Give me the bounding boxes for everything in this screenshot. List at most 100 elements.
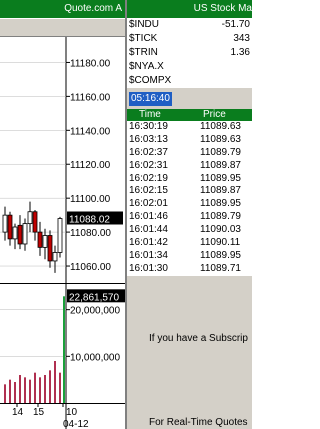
volume-bar <box>39 377 41 403</box>
trade-price: 11089.95 <box>200 249 241 261</box>
candle-body <box>42 235 48 248</box>
trade-price: 11090.11 <box>200 237 241 249</box>
time-sales-row[interactable]: 16:01:46 11089.79 <box>127 211 252 224</box>
volume-bar <box>19 375 21 403</box>
price-tick-label: 11120.00 <box>70 160 111 171</box>
x-date-label: 04-12 <box>63 419 89 429</box>
trade-price: 11089.71 <box>200 262 241 274</box>
volume-tick-label: 10,000,000 <box>70 352 120 363</box>
volume-bar <box>14 382 16 403</box>
trade-time: 16:02:01 <box>129 198 168 210</box>
volume-bar <box>24 377 26 403</box>
trade-price: 11090.03 <box>200 224 241 236</box>
time-sales-header: Time Price <box>127 109 252 121</box>
time-sales-row[interactable]: 16:02:37 11089.79 <box>127 147 252 160</box>
candle-body <box>27 211 33 225</box>
x-tick-10: 10 <box>66 407 78 418</box>
chart-title-bar[interactable]: Quote.com A <box>0 0 125 18</box>
chart-toolbar[interactable] <box>0 18 125 37</box>
market-window: US Stock Ma $INDU -51.70 $TICK 343 $TRIN… <box>125 0 252 429</box>
time-sales-row[interactable]: 16:01:42 11090.11 <box>127 237 252 250</box>
volume-bar <box>63 296 65 403</box>
time-sales-list[interactable]: 16:30:19 11089.63 16:03:13 11089.63 16:02:… <box>127 121 252 276</box>
ad-text-line-2: For Real-Time Quotes <box>149 417 248 428</box>
price-tick-label: 11160.00 <box>70 92 111 103</box>
time-sales-row[interactable]: 16:02:31 11089.87 <box>127 160 252 173</box>
index-row[interactable]: $NYA.X <box>127 60 252 74</box>
candle-body <box>57 218 63 253</box>
trade-time: 16:02:19 <box>129 172 168 184</box>
candle-body <box>7 214 13 240</box>
trade-time: 16:02:15 <box>129 185 168 197</box>
trade-time: 16:01:34 <box>129 249 168 261</box>
trade-time: 16:01:30 <box>129 262 168 274</box>
time-sales-row[interactable]: 16:30:19 11089.63 <box>127 121 252 134</box>
index-row[interactable]: $TRIN 1.36 <box>127 46 252 60</box>
candle-body <box>2 214 8 233</box>
price-panel <box>0 37 66 283</box>
clock-display: 05:16:40 <box>129 92 172 106</box>
time-sales-row[interactable]: 16:03:13 11089.63 <box>127 134 252 147</box>
index-row[interactable]: $COMPX <box>127 74 252 88</box>
price-tick-label: 11100.00 <box>70 194 111 205</box>
last-volume-label: 22,861,570 <box>69 292 119 303</box>
volume-bar <box>49 370 51 403</box>
index-symbol: $TICK <box>129 33 158 44</box>
trade-price: 11089.79 <box>200 211 241 223</box>
trade-price: 11089.87 <box>200 185 241 197</box>
index-list: $INDU -51.70 $TICK 343 $TRIN 1.36 $NYA.X… <box>127 18 252 88</box>
price-column-header[interactable]: Price <box>203 109 226 121</box>
index-row[interactable]: $TICK 343 <box>127 32 252 46</box>
x-tick-15: 15 <box>33 407 45 418</box>
trade-time: 16:02:37 <box>129 146 168 158</box>
candle-body <box>17 224 23 245</box>
time-sales-row[interactable]: 16:02:19 11089.95 <box>127 173 252 186</box>
volume-bar <box>59 372 61 403</box>
price-tick-label: 11140.00 <box>70 126 111 137</box>
time-sales-row[interactable]: 16:01:34 11089.95 <box>127 250 252 263</box>
time-sales-row[interactable]: 16:02:01 11089.95 <box>127 198 252 211</box>
time-sales-row[interactable]: 16:01:44 11090.03 <box>127 224 252 237</box>
market-window-title: US Stock Ma <box>193 3 252 14</box>
candle-body <box>47 235 53 262</box>
trade-price: 11089.95 <box>200 172 241 184</box>
x-tick-14: 14 <box>12 407 24 418</box>
trade-time: 16:01:46 <box>129 211 168 223</box>
subscription-ad-panel[interactable]: If you have a Subscrip For Real-Time Quo… <box>127 296 252 429</box>
volume-tick-label: 20,000,000 <box>70 306 120 317</box>
candle-body <box>32 211 38 233</box>
trade-time: 16:30:19 <box>129 121 168 132</box>
ad-text-line-1: If you have a Subscrip <box>149 333 248 344</box>
index-value: 1.36 <box>230 47 250 58</box>
trade-time: 16:02:31 <box>129 159 168 171</box>
chart-window: Quote.com A 11180.00 11160.00 11140.00 1112… <box>0 0 125 429</box>
trade-time: 16:01:42 <box>129 237 168 249</box>
market-title-bar[interactable]: US Stock Ma <box>127 0 252 18</box>
index-symbol: $COMPX <box>129 75 172 86</box>
trade-price: 11089.79 <box>200 146 241 158</box>
time-sales-row[interactable]: 16:01:30 11089.71 <box>127 263 252 276</box>
time-sales-row[interactable]: 16:02:15 11089.87 <box>127 185 252 198</box>
index-symbol: $INDU <box>129 19 160 30</box>
price-tick-label: 11080.00 <box>70 228 111 239</box>
trade-time: 16:03:13 <box>129 133 168 145</box>
volume-bar <box>4 384 6 403</box>
index-value: -51.70 <box>221 19 250 30</box>
volume-bar <box>9 379 11 403</box>
index-symbol: $TRIN <box>129 47 158 58</box>
last-price-label: 11088.02 <box>69 214 110 225</box>
price-tick-label: 11180.00 <box>70 58 111 69</box>
candle-body <box>37 231 43 248</box>
trade-price: 11089.63 <box>200 133 241 145</box>
candle-body <box>52 252 58 262</box>
volume-bar <box>34 372 36 403</box>
chart-window-title: Quote.com A <box>64 3 122 14</box>
time-column-header[interactable]: Time <box>139 109 161 121</box>
candle-body <box>22 223 28 245</box>
trade-price: 11089.95 <box>200 198 241 210</box>
volume-bar <box>54 361 56 403</box>
index-symbol: $NYA.X <box>129 61 164 72</box>
price-volume-chart[interactable]: 11180.00 11160.00 11140.00 11120.00 11100.00… <box>0 37 125 429</box>
trade-price: 11089.63 <box>200 121 241 132</box>
index-row[interactable]: $INDU -51.70 <box>127 18 252 32</box>
